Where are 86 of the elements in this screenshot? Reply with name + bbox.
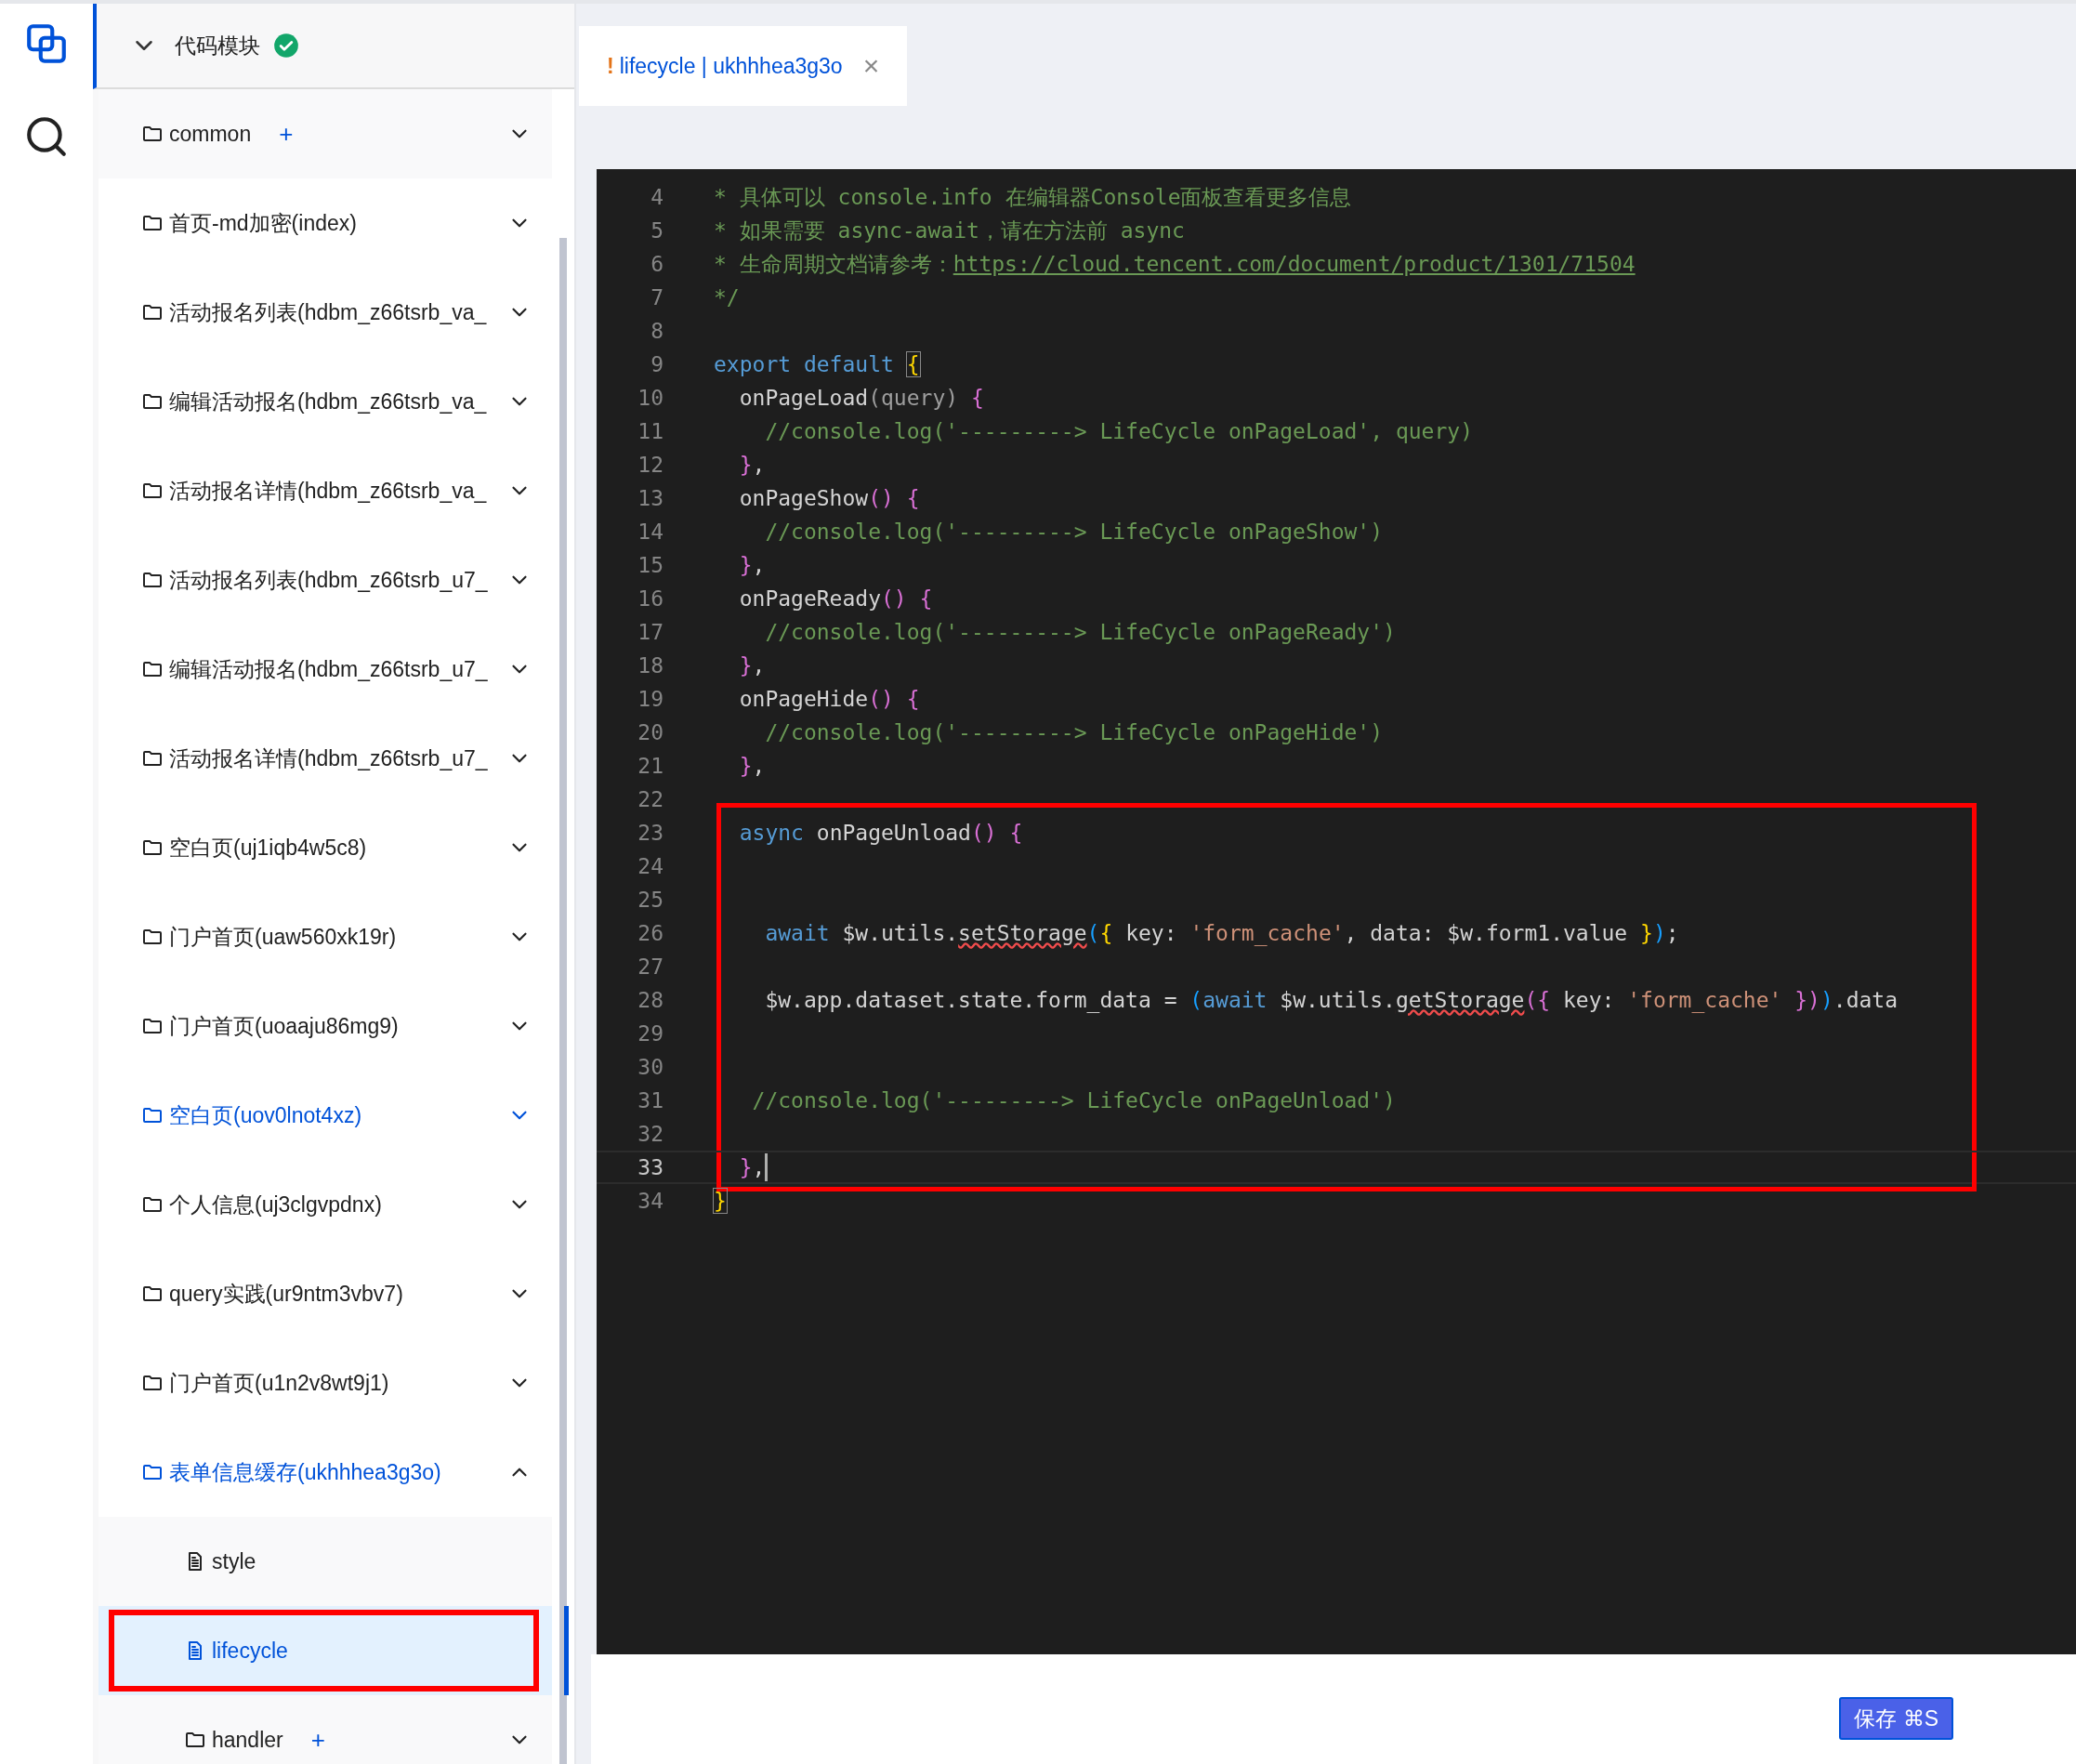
line-number: 24: [637, 852, 664, 880]
folder-name: handler: [212, 1726, 283, 1754]
folder-name: 编辑活动报名(hdbm_z66tsrb_va_: [169, 388, 487, 415]
line-number: 26: [637, 919, 664, 947]
folder-name: 首页-md加密(index): [169, 209, 357, 237]
folder-name: 空白页(uov0lnot4xz): [169, 1101, 362, 1129]
file-name: lifecycle: [212, 1637, 288, 1665]
code-line: * 如果需要 async-await，请在方法前 async: [714, 217, 1185, 244]
save-button[interactable]: 保存 ⌘S: [1839, 1697, 1953, 1740]
code-line: * 生命周期文档请参考：https://cloud.tencent.com/document/product/1301/71504: [714, 250, 1636, 278]
line-number: 10: [637, 384, 664, 412]
file-name: style: [212, 1547, 256, 1575]
line-number: 34: [637, 1187, 664, 1215]
line-number: 23: [637, 819, 664, 847]
code-line: //console.log('---------> LifeCycle onPageHide'): [764, 718, 1384, 746]
close-icon[interactable]: ×: [862, 52, 880, 80]
folder-name: 活动报名详情(hdbm_z66tsrb_u7_: [169, 744, 488, 772]
code-line: onPageLoad(query) {: [738, 384, 984, 412]
folder-name: 活动报名列表(hdbm_z66tsrb_va_: [169, 298, 487, 326]
code-line: onPageShow() {: [738, 484, 920, 512]
code-line: $w.app.dataset.state.form_data = (await $w.utils.getStorage({ key: 'form_cache' })).data: [764, 986, 1899, 1015]
line-number: 13: [637, 484, 664, 512]
folder-item[interactable]: common +: [99, 89, 552, 178]
line-number: 28: [637, 986, 664, 1014]
folder-name: 活动报名列表(hdbm_z66tsrb_u7_: [169, 566, 488, 594]
line-number: 7: [650, 283, 664, 311]
code-editor[interactable]: [597, 169, 2076, 1654]
line-number: 9: [650, 350, 664, 378]
scrollbar[interactable]: [559, 238, 567, 1764]
tree-title: 代码模块: [175, 32, 260, 59]
code-line: //console.log('---------> LifeCycle onPageReady'): [764, 618, 1396, 646]
code-line: export default {: [714, 350, 920, 378]
line-number: 14: [637, 518, 664, 546]
line-number: 30: [637, 1053, 664, 1081]
line-number: 17: [637, 618, 664, 646]
line-number: 8: [650, 317, 664, 345]
line-number: 4: [650, 183, 664, 211]
code-line: },: [738, 652, 766, 679]
add-icon[interactable]: +: [279, 122, 294, 146]
folder-name: 门户首页(u1n2v8wt9j1): [169, 1369, 389, 1397]
line-number: 12: [637, 451, 664, 479]
line-number: 18: [637, 652, 664, 679]
line-number: 5: [650, 217, 664, 244]
folder-name: 编辑活动报名(hdbm_z66tsrb_u7_: [169, 655, 488, 683]
code-line: onPageReady() {: [738, 585, 933, 612]
code-line: },: [738, 451, 766, 479]
code-line: * 具体可以 console.info 在编辑器Console面板查看更多信息: [714, 183, 1352, 211]
line-number: 21: [637, 752, 664, 780]
code-line: await $w.utils.setStorage({ key: 'form_cache', data: $w.form1.value });: [764, 919, 1679, 948]
line-number: 29: [637, 1020, 664, 1047]
code-line: async onPageUnload() {: [738, 819, 1023, 847]
line-number: 27: [637, 953, 664, 981]
line-number: 31: [637, 1086, 664, 1114]
line-number: 32: [637, 1120, 664, 1148]
line-number: 15: [637, 551, 664, 579]
folder-name: 门户首页(uoaaju86mg9): [169, 1012, 399, 1040]
line-number: 33: [637, 1153, 664, 1181]
code-line: //console.log('---------> LifeCycle onPageShow'): [764, 518, 1384, 546]
line-number: 19: [637, 685, 664, 713]
folder-item[interactable]: handler +: [99, 1695, 552, 1764]
folder-name: 空白页(uj1iqb4w5c8): [169, 834, 367, 862]
line-number: 20: [637, 718, 664, 746]
code-line: //console.log('---------> LifeCycle onPageLoad', query): [764, 417, 1473, 445]
code-line: },: [738, 1153, 766, 1181]
folder-name: 活动报名详情(hdbm_z66tsrb_va_: [169, 477, 487, 505]
code-line: onPageHide() {: [738, 685, 920, 713]
line-number: 6: [650, 250, 664, 278]
line-number: 25: [637, 886, 664, 914]
add-icon[interactable]: +: [310, 1728, 325, 1752]
folder-name: 个人信息(uj3clgvpdnx): [169, 1191, 382, 1218]
code-line: }: [714, 1187, 727, 1215]
folder-name: 门户首页(uaw560xk19r): [169, 923, 397, 951]
file-item[interactable]: style: [99, 1517, 552, 1606]
code-line: },: [738, 752, 766, 780]
line-number: 16: [637, 585, 664, 612]
folder-name: 表单信息缓存(ukhhhea3g3o): [169, 1458, 441, 1486]
folder-name: common: [169, 120, 252, 148]
editor-tab[interactable]: ! lifecycle | ukhhhea3g3o ×: [579, 26, 908, 106]
folder-name: query实践(ur9ntm3vbv7): [169, 1280, 403, 1308]
code-line: */: [714, 283, 740, 311]
code-line: },: [738, 551, 766, 579]
tab-label: ! lifecycle | ukhhhea3g3o: [607, 52, 843, 80]
line-number: 22: [637, 785, 664, 813]
line-number: 11: [637, 417, 664, 445]
text-cursor: [765, 1153, 769, 1181]
code-line: //console.log('---------> LifeCycle onPageUnload'): [751, 1086, 1396, 1114]
